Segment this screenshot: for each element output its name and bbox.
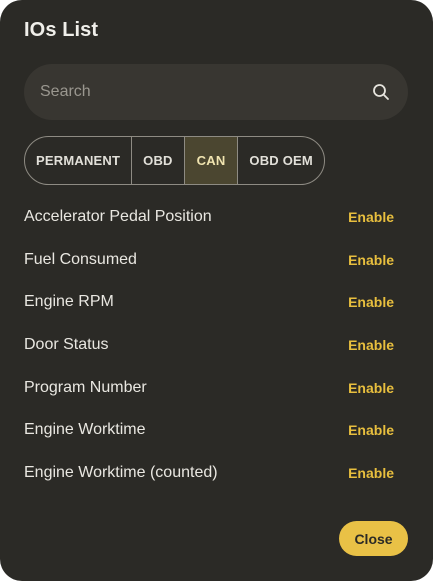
enable-button[interactable]: Enable: [348, 465, 394, 481]
dialog-title: IOs List: [24, 19, 99, 41]
list-item: Fuel Consumed Enable: [24, 239, 394, 282]
io-name: Accelerator Pedal Position: [24, 208, 212, 226]
tab-can[interactable]: CAN: [184, 137, 239, 184]
search-input[interactable]: [40, 83, 372, 101]
list-item: Engine Worktime (counted) Enable: [24, 452, 394, 495]
enable-button[interactable]: Enable: [348, 422, 394, 438]
enable-button[interactable]: Enable: [348, 294, 394, 310]
search-box[interactable]: [24, 64, 408, 120]
close-button[interactable]: Close: [339, 521, 408, 556]
ios-list-dialog: IOs List PERMANENT OBD CAN OBD OEM Accel…: [0, 0, 433, 581]
list-item: Door Status Enable: [24, 324, 394, 367]
io-name: Engine RPM: [24, 293, 114, 311]
io-name: Door Status: [24, 336, 109, 354]
list-item: Accelerator Pedal Position Enable: [24, 196, 394, 239]
list-item: Program Number Enable: [24, 366, 394, 409]
list-item: Engine Worktime Enable: [24, 409, 394, 452]
io-name: Engine Worktime (counted): [24, 463, 218, 481]
tab-obd-oem[interactable]: OBD OEM: [238, 137, 324, 184]
tab-permanent[interactable]: PERMANENT: [25, 137, 133, 184]
category-tabs: PERMANENT OBD CAN OBD OEM: [24, 136, 325, 185]
search-icon[interactable]: [372, 83, 390, 101]
enable-button[interactable]: Enable: [348, 252, 394, 268]
io-name: Program Number: [24, 378, 147, 396]
enable-button[interactable]: Enable: [348, 380, 394, 396]
io-name: Fuel Consumed: [24, 250, 137, 268]
enable-button[interactable]: Enable: [348, 337, 394, 353]
tab-obd[interactable]: OBD: [132, 137, 185, 184]
list-item: Engine RPM Enable: [24, 281, 394, 324]
enable-button[interactable]: Enable: [348, 209, 394, 225]
io-list: Accelerator Pedal Position Enable Fuel C…: [24, 196, 394, 494]
io-name: Engine Worktime: [24, 421, 146, 439]
